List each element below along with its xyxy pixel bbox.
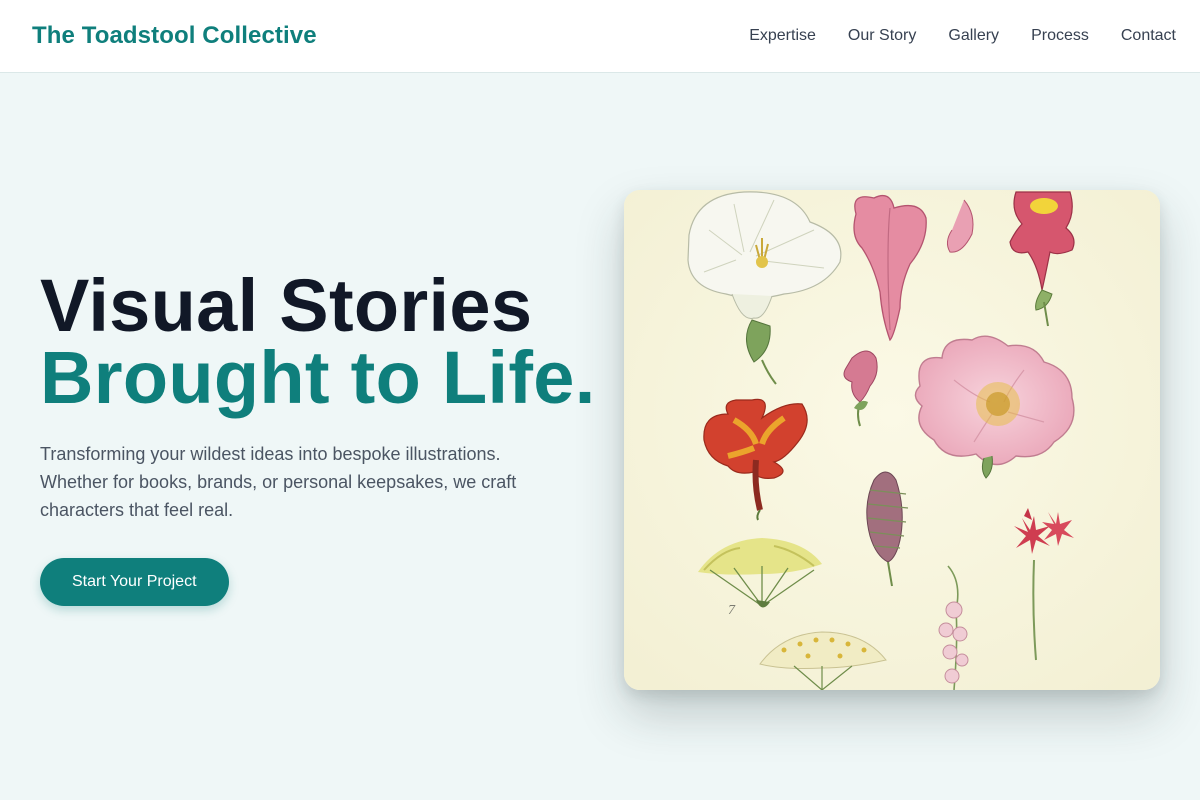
nav-link-gallery[interactable]: Gallery [948, 27, 999, 45]
headline-line-1: Visual Stories [40, 264, 533, 347]
nav-link-process[interactable]: Process [1031, 27, 1089, 45]
hero-section: Visual Stories Brought to Life. Transfor… [40, 264, 600, 606]
nav-link-contact[interactable]: Contact [1121, 27, 1176, 45]
main-nav: Expertise Our Story Gallery Process Cont… [749, 27, 1176, 45]
hero-subtext: Transforming your wildest ideas into bes… [40, 444, 517, 520]
headline-line-2: Brought to Life. [40, 336, 596, 419]
brand-logo[interactable]: The Toadstool Collective [32, 22, 317, 50]
botanical-plate-art: 7 [624, 190, 1160, 690]
hero-headline: Visual Stories Brought to Life. [40, 264, 600, 419]
start-project-button[interactable]: Start Your Project [40, 558, 229, 606]
plate-number: 7 [728, 603, 736, 618]
site-header: The Toadstool Collective Expertise Our S… [0, 0, 1200, 73]
nav-link-expertise[interactable]: Expertise [749, 27, 816, 45]
botanical-illustration: 7 [624, 190, 1160, 690]
nav-link-our-story[interactable]: Our Story [848, 27, 916, 45]
